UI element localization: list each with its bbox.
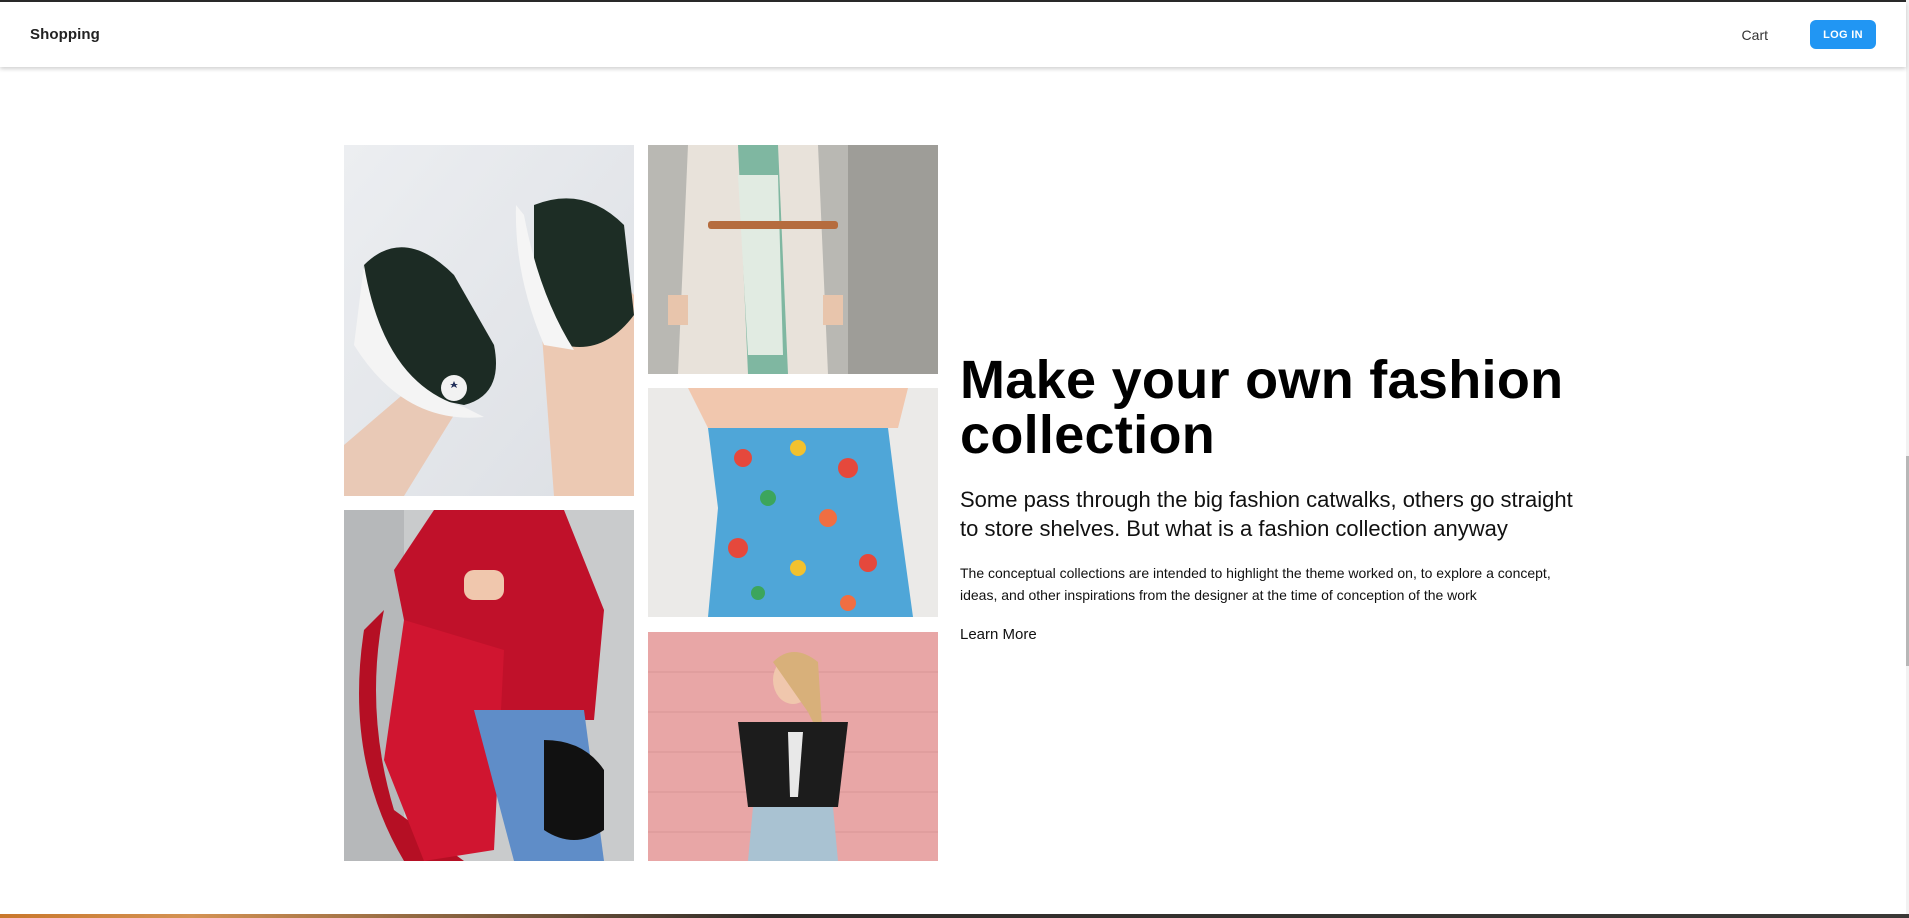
gallery-image-white-coat [648, 145, 938, 374]
nav-actions: Cart LOG IN [1742, 20, 1876, 49]
red-sweater-photo-icon [344, 510, 634, 861]
sneakers-photo-icon [344, 145, 634, 496]
hero-subheadline: Some pass through the big fashion catwal… [960, 487, 1573, 541]
white-coat-photo-icon [648, 145, 938, 374]
gallery-image-floral-dress [648, 388, 938, 617]
top-navbar: Shopping Cart LOG IN [0, 2, 1906, 67]
hero-content: Make your own fashion collection Some pa… [960, 353, 1580, 644]
pink-wall-photo-icon [648, 632, 938, 861]
gallery-image-sneakers [344, 145, 634, 496]
login-button[interactable]: LOG IN [1810, 20, 1876, 49]
bottom-image-strip [0, 914, 1909, 918]
gallery-image-red-sweater [344, 510, 634, 861]
cart-link[interactable]: Cart [1742, 27, 1768, 43]
brand-logo[interactable]: Shopping [30, 26, 100, 43]
hero-headline: Make your own fashion collection [960, 350, 1564, 465]
gallery-image-pink-wall [648, 632, 938, 861]
learn-more-link[interactable]: Learn More [960, 626, 1037, 643]
hero-body: The conceptual collections are intended … [960, 565, 1551, 603]
floral-dress-photo-icon [648, 388, 938, 617]
